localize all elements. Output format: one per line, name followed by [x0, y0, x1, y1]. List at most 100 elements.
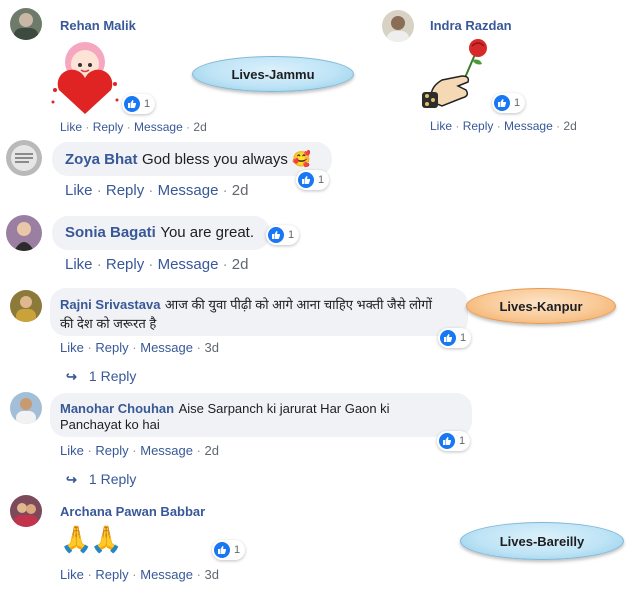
reaction-badge[interactable]: 1 — [296, 170, 330, 190]
timestamp[interactable]: 2d — [563, 119, 576, 133]
avatar-image — [11, 145, 37, 171]
like-link[interactable]: Like — [60, 340, 84, 355]
like-link[interactable]: Like — [60, 443, 84, 458]
like-icon — [298, 172, 314, 188]
comment-text: God bless you always 🥰 — [141, 151, 311, 168]
reply-arrow-icon: ↪ — [66, 472, 77, 487]
message-link[interactable]: Message — [158, 182, 219, 199]
comment-text: Panchayat ko hai — [60, 417, 160, 432]
comment-actions: Like · Reply · Message · 2d — [60, 443, 220, 458]
location-label-jammu: Lives-Jammu — [192, 56, 354, 92]
location-label-text: Lives-Bareilly — [499, 533, 585, 549]
reaction-badge[interactable]: 1 — [438, 328, 472, 348]
view-replies-link[interactable]: ↪ 1 Reply — [66, 471, 136, 488]
like-link[interactable]: Like — [430, 119, 452, 133]
message-link[interactable]: Message — [140, 340, 193, 355]
reaction-badge[interactable]: 1 — [122, 94, 156, 114]
comment-author[interactable]: Manohar Chouhan — [60, 401, 174, 416]
view-replies-link[interactable]: ↪ 1 Reply — [66, 368, 136, 385]
comment-actions: Like · Reply · Message · 2d — [60, 120, 207, 134]
reaction-count: 1 — [288, 229, 295, 241]
reaction-badge[interactable]: 1 — [266, 225, 300, 245]
avatar[interactable] — [10, 392, 42, 424]
reply-link[interactable]: Reply — [95, 340, 128, 355]
message-link[interactable]: Message — [504, 119, 553, 133]
like-icon — [440, 330, 456, 346]
comment-bubble: Manohar Chouhan Aise Sarpanch ki jarurat… — [50, 393, 472, 437]
like-link[interactable]: Like — [60, 120, 82, 134]
like-icon — [214, 542, 230, 558]
comment-actions: Like · Reply · Message · 2d — [430, 119, 577, 133]
timestamp[interactable]: 3d — [205, 567, 219, 582]
comment-author[interactable]: Sonia Bagati — [65, 224, 156, 241]
avatar[interactable] — [382, 10, 414, 42]
avatar[interactable] — [6, 140, 42, 176]
comment-author[interactable]: Rajni Srivastava — [60, 297, 160, 312]
comment-text: की देश को जरूरत है — [60, 316, 157, 331]
avatar-image — [387, 16, 409, 42]
location-label-bareilly: Lives-Bareilly — [460, 522, 624, 560]
comment-actions: Like · Reply · Message · 2d — [65, 256, 249, 273]
avatar-image — [16, 296, 36, 322]
avatar[interactable] — [10, 495, 42, 527]
message-link[interactable]: Message — [158, 256, 219, 273]
avatar[interactable] — [10, 8, 42, 40]
comment-author[interactable]: Rehan Malik — [60, 18, 136, 33]
reaction-count: 1 — [460, 332, 467, 344]
like-icon — [124, 96, 140, 112]
reply-link[interactable]: Reply — [106, 256, 144, 273]
reply-link[interactable]: Reply — [463, 119, 494, 133]
reaction-badge[interactable]: 1 — [212, 540, 246, 560]
avatar[interactable] — [10, 290, 42, 322]
comment-bubble: Rajni Srivastava आज की युवा पीढ़ी को आगे… — [50, 288, 468, 336]
reply-link[interactable]: Reply — [95, 567, 128, 582]
replies-count[interactable]: 1 Reply — [89, 368, 136, 384]
comment-author[interactable]: Indra Razdan — [430, 18, 512, 33]
timestamp[interactable]: 2d — [232, 256, 249, 273]
message-link[interactable]: Message — [140, 443, 193, 458]
comment-text: You are great. — [160, 224, 254, 241]
timestamp[interactable]: 2d — [205, 443, 219, 458]
comment-actions: Like · Reply · Message · 3d — [60, 567, 220, 582]
like-link[interactable]: Like — [65, 256, 93, 273]
message-link[interactable]: Message — [140, 567, 193, 582]
like-link[interactable]: Like — [65, 182, 93, 199]
reaction-count: 1 — [318, 174, 325, 186]
reaction-count: 1 — [459, 435, 466, 447]
like-link[interactable]: Like — [60, 567, 84, 582]
avatar-image — [16, 398, 36, 424]
replies-count[interactable]: 1 Reply — [89, 471, 136, 487]
timestamp[interactable]: 2d — [193, 120, 206, 134]
timestamp[interactable]: 2d — [232, 182, 249, 199]
location-label-text: Lives-Kanpur — [499, 298, 583, 314]
avatar[interactable] — [6, 215, 42, 251]
location-label-kanpur: Lives-Kanpur — [466, 288, 616, 324]
heart-sticker — [45, 38, 125, 118]
rose-hand-sticker — [418, 36, 500, 116]
comment-bubble: Zoya Bhat God bless you always 🥰 — [52, 142, 332, 176]
avatar-image — [14, 13, 38, 40]
comment-bubble: Sonia Bagati You are great. — [52, 216, 270, 250]
reaction-count: 1 — [234, 544, 241, 556]
avatar-image — [14, 222, 34, 251]
reaction-badge[interactable]: 1 — [437, 431, 471, 451]
comment-actions: Like · Reply · Message · 3d — [60, 340, 220, 355]
timestamp[interactable]: 3d — [205, 340, 219, 355]
comment-author[interactable]: Zoya Bhat — [65, 151, 138, 168]
like-icon — [494, 95, 510, 111]
reply-arrow-icon: ↪ — [66, 369, 77, 384]
reply-link[interactable]: Reply — [93, 120, 124, 134]
reaction-badge[interactable]: 1 — [492, 93, 526, 113]
reaction-count: 1 — [514, 97, 521, 109]
like-icon — [439, 433, 455, 449]
comment-text: आज की युवा पीढ़ी को आगे आना चाहिए भक्ती … — [164, 297, 432, 312]
like-icon — [268, 227, 284, 243]
comment-author[interactable]: Archana Pawan Babbar — [60, 504, 205, 519]
reaction-count: 1 — [144, 98, 151, 110]
praying-hands-emoji: 🙏🙏 — [60, 524, 123, 554]
avatar-image — [14, 503, 38, 527]
message-link[interactable]: Message — [134, 120, 183, 134]
reply-link[interactable]: Reply — [106, 182, 144, 199]
reply-link[interactable]: Reply — [95, 443, 128, 458]
comment-text: Aise Sarpanch ki jarurat Har Gaon ki — [178, 401, 390, 416]
